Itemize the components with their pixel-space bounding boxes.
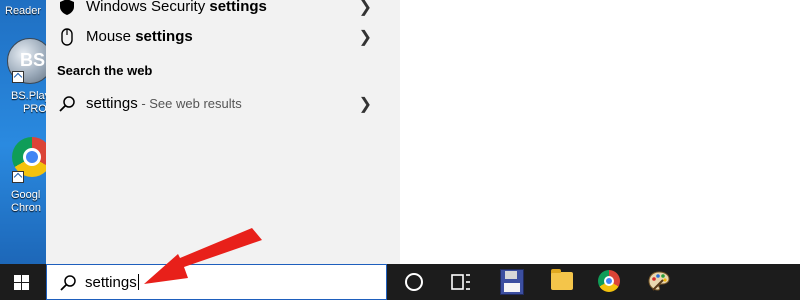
search-input[interactable]: settings [85,274,139,291]
mouse-icon [61,28,73,46]
result-label: Mouse settings [86,28,193,45]
task-view-icon[interactable] [449,270,473,294]
desktop-icon-label-reader[interactable]: Reader [5,5,41,17]
taskbar-search-box[interactable]: settings [46,264,387,300]
desktop-icon-label-chrome-line1[interactable]: Googl [11,189,40,201]
result-label: Windows Security settings [86,0,267,15]
cortana-icon[interactable] [402,270,426,294]
desktop: Reader BS BS.Play PRO Googl Chron [0,0,46,264]
file-explorer-icon[interactable] [551,269,573,290]
search-icon [60,275,76,291]
shield-icon [60,0,74,15]
start-button[interactable] [0,264,46,300]
desktop-icon-label-chrome-line2[interactable]: Chron [11,202,41,214]
desktop-icon-label-bsplayer-line1[interactable]: BS.Play [11,90,46,102]
paint-palette-icon[interactable] [647,270,671,292]
search-results-panel: Windows Security settings ❯ Mouse settin… [46,0,400,264]
section-heading-web: Search the web [57,63,153,78]
shortcut-arrow-icon [12,171,24,183]
shortcut-arrow-icon [12,71,24,83]
web-result-label: settings - See web results [86,95,242,112]
taskbar: settings [0,264,800,300]
search-icon [59,96,75,112]
chevron-right-icon: ❯ [358,96,372,113]
result-web-search[interactable]: settings - See web results ❯ [46,87,400,121]
chevron-right-icon: ❯ [358,0,372,16]
windows-start-icon [14,275,29,290]
bs-logo-text: BS [20,50,46,70]
chevron-right-icon: ❯ [358,29,372,46]
desktop-icon-label-bsplayer-line2[interactable]: PRO [23,103,46,115]
result-mouse-settings[interactable]: Mouse settings ❯ [46,20,400,54]
floppy-disk-icon[interactable] [500,269,524,295]
preview-pane [400,0,800,264]
text-caret [137,274,139,290]
chrome-icon[interactable] [598,270,620,292]
